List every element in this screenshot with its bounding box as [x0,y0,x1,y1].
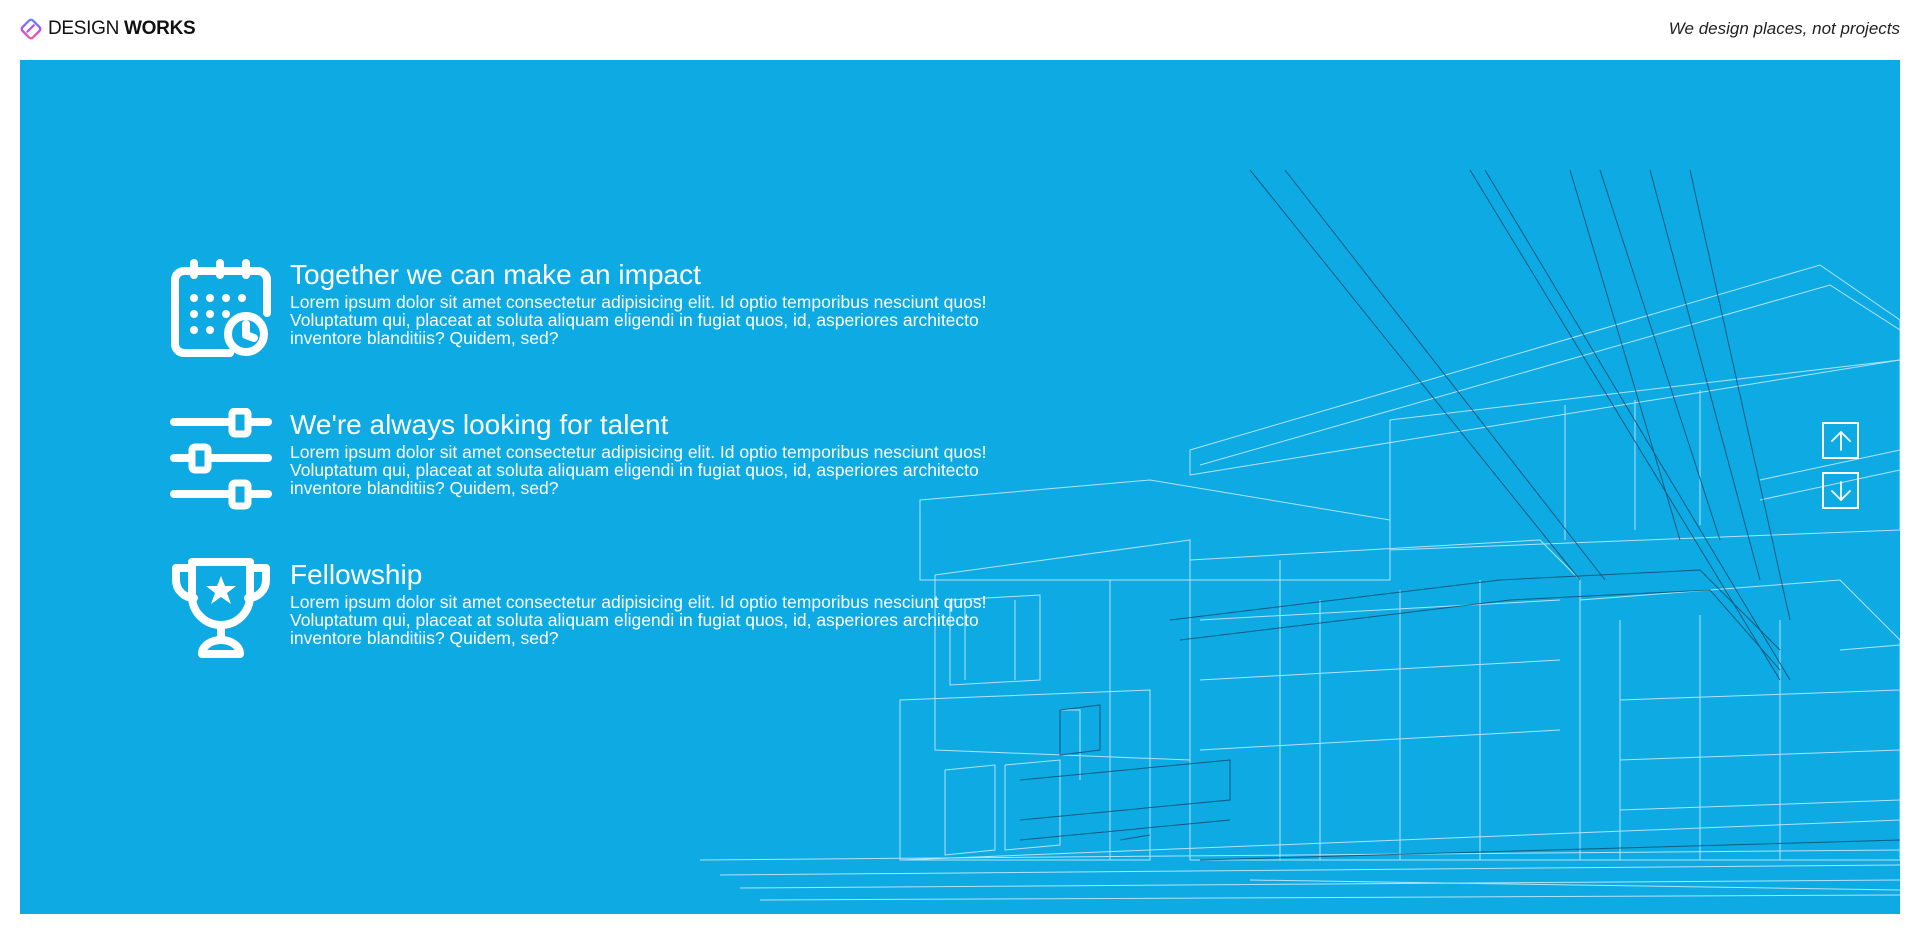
feature-item-impact: Together we can make an impact Lorem ips… [170,258,1050,368]
design-works-logo-icon [20,18,42,40]
brand-name-light: DESIGN [48,18,120,39]
sliders-icon [170,408,272,510]
hero-section: Together we can make an impact Lorem ips… [20,60,1900,914]
feature-title: We're always looking for talent [290,409,669,440]
arrow-down-icon [1830,480,1851,501]
scroll-down-button[interactable] [1822,472,1859,509]
tagline: We design places, not projects [1668,19,1900,38]
arrow-up-icon [1830,430,1851,451]
feature-description: Lorem ipsum dolor sit amet consectetur a… [290,292,987,348]
trophy-icon [172,558,270,658]
feature-item-fellowship: Fellowship Lorem ipsum dolor sit amet co… [170,558,1050,668]
scroll-up-button[interactable] [1822,422,1859,459]
site-header: DESIGN WORKS We design places, not proje… [0,0,1920,60]
brand-name-bold: WORKS [124,18,196,39]
feature-title: Fellowship [290,559,423,590]
feature-description: Lorem ipsum dolor sit amet consectetur a… [290,592,987,648]
calendar-clock-icon [171,259,271,357]
feature-item-talent: We're always looking for talent Lorem ip… [170,408,1050,518]
feature-title: Together we can make an impact [290,259,701,290]
brand-name: DESIGN WORKS [48,18,196,40]
feature-description: Lorem ipsum dolor sit amet consectetur a… [290,442,987,498]
brand-logo[interactable]: DESIGN WORKS [20,16,196,42]
